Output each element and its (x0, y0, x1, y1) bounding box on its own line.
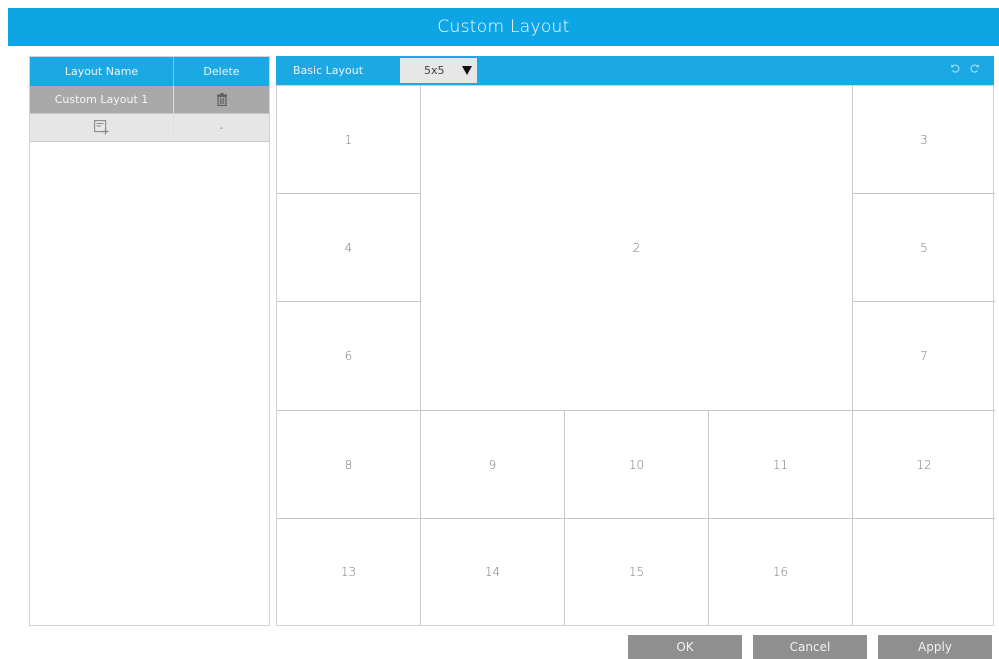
layout-list-panel: Layout Name Delete Custom Layout 1 - (29, 56, 270, 626)
layout-cell[interactable]: 13 (277, 519, 421, 625)
trash-icon[interactable] (216, 93, 228, 106)
add-row-delete-placeholder: - (219, 121, 224, 134)
layout-cell[interactable]: 10 (565, 411, 709, 519)
layout-name-header: Layout Name (30, 57, 174, 86)
layout-cell[interactable]: 3 (853, 86, 995, 194)
add-layout-button[interactable] (30, 114, 174, 141)
layout-cell[interactable]: 7 (853, 302, 995, 411)
layout-cell[interactable]: 16 (709, 519, 853, 625)
dropdown-arrow-icon (462, 66, 472, 75)
layout-cell[interactable]: 6 (277, 302, 421, 411)
layout-row[interactable]: Custom Layout 1 (30, 86, 269, 114)
editor-toolbar: Basic Layout 5x5 (276, 56, 994, 85)
add-layout-icon[interactable] (94, 120, 109, 135)
layout-cell[interactable]: 5 (853, 194, 995, 302)
layout-cell[interactable]: 1 (277, 86, 421, 194)
layout-cell[interactable]: 8 (277, 411, 421, 519)
layout-cell[interactable] (853, 519, 993, 625)
redo-icon[interactable] (969, 63, 980, 74)
layout-row-name[interactable]: Custom Layout 1 (30, 86, 174, 113)
ok-button[interactable]: OK (628, 635, 742, 659)
layout-cell[interactable]: 11 (709, 411, 853, 519)
layout-editor: Basic Layout 5x5 1 2 3 4 5 6 7 8 9 10 11… (276, 56, 995, 626)
delete-layout-button[interactable] (174, 86, 269, 113)
apply-button[interactable]: Apply (878, 635, 992, 659)
layout-list-header: Layout Name Delete (30, 57, 269, 86)
layout-cell[interactable]: 9 (421, 411, 565, 519)
layout-cell[interactable]: 2 (421, 86, 853, 411)
basic-layout-value: 5x5 (424, 64, 445, 77)
layout-cell[interactable]: 12 (853, 411, 995, 519)
add-layout-row: - (30, 114, 269, 142)
dialog-title: Custom Layout (8, 8, 999, 46)
layout-cell[interactable]: 15 (565, 519, 709, 625)
layout-cell[interactable]: 4 (277, 194, 421, 302)
basic-layout-select[interactable]: 5x5 (400, 58, 477, 83)
layout-cell[interactable]: 14 (421, 519, 565, 625)
layout-grid[interactable]: 1 2 3 4 5 6 7 8 9 10 11 12 13 14 15 16 (276, 85, 995, 626)
basic-layout-label: Basic Layout (293, 64, 364, 77)
cancel-button[interactable]: Cancel (753, 635, 867, 659)
undo-icon[interactable] (950, 63, 961, 74)
delete-header: Delete (203, 65, 240, 78)
